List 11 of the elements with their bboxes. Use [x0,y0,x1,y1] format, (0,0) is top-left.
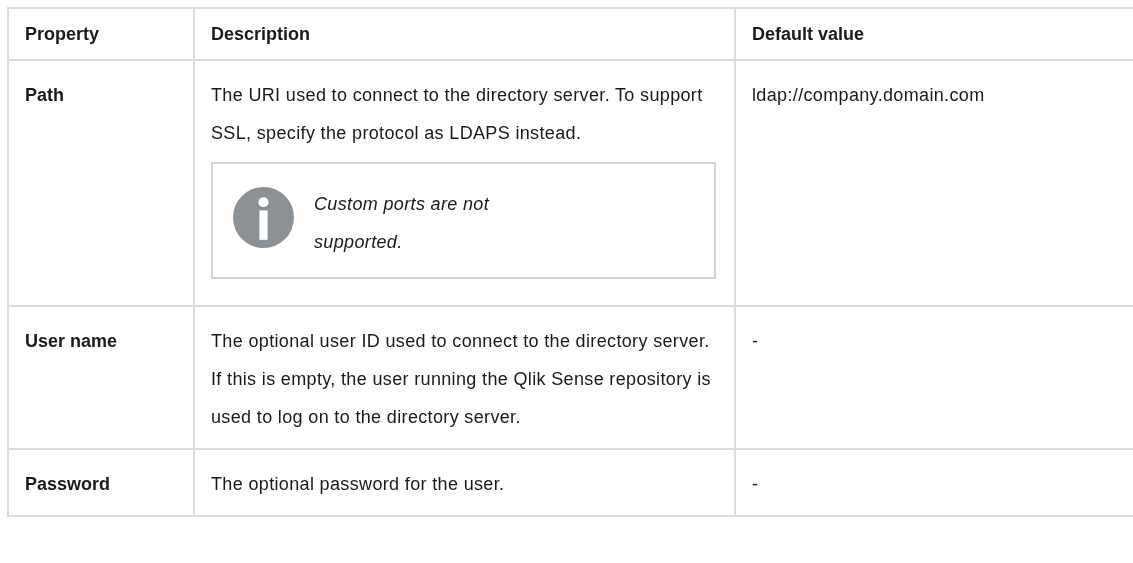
property-name: Path [8,60,194,306]
description-text: The optional user ID used to connect to the directory server. If this is empty, the user running the Qlik Sense repository is used to log on to the directory server. [211,330,712,429]
note-text: Custom ports are not supported. [314,193,491,254]
property-name: User name [8,306,194,449]
description-text: The URI used to connect to the directory server. To support SSL, specify the protocol as LDAPS instead. [211,84,704,145]
description-text: The optional password for the user. [211,473,506,496]
property-name: Password [8,449,194,516]
column-header: Default value [735,8,1133,60]
info-icon [233,187,294,248]
column-header: Property [8,8,194,60]
column-header: Description [194,8,735,60]
